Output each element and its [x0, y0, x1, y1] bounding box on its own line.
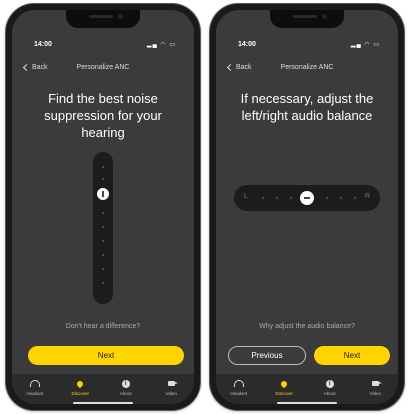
- discover-icon: [76, 379, 85, 388]
- status-time: 14:00: [238, 41, 256, 48]
- slider-tick: [290, 197, 292, 199]
- info-icon: i: [121, 379, 130, 388]
- notch: [270, 10, 344, 28]
- audio-balance-slider[interactable]: L R: [234, 185, 380, 211]
- slider-tick: [102, 240, 104, 242]
- phone-frame-left: 14:00 ▂▄ ◠ ▭ Back Personalize ANC Find t…: [6, 4, 200, 410]
- video-icon: [371, 381, 382, 386]
- tab-discover[interactable]: Discover: [264, 378, 304, 396]
- tab-label: Video: [369, 391, 381, 396]
- phone-frame-right: 14:00 ▂▄ ◠ ▭ Back Personalize ANC If nec…: [210, 4, 404, 410]
- tab-label: Video: [165, 391, 177, 396]
- tab-headset[interactable]: Headset: [15, 378, 55, 396]
- hint-link[interactable]: Don't hear a difference?: [12, 323, 194, 330]
- tab-about[interactable]: i About: [106, 378, 146, 396]
- tab-headset[interactable]: Headset: [219, 378, 259, 396]
- slider-tick: [102, 282, 104, 284]
- page-title: If necessary, adjust the left/right audi…: [240, 91, 374, 123]
- page-title: Find the best noise suppression for your…: [44, 91, 162, 140]
- hint-link[interactable]: Why adjust the audio balance?: [216, 323, 398, 330]
- tab-label: Headset: [26, 391, 44, 396]
- home-indicator: [277, 402, 337, 404]
- next-button[interactable]: Next: [314, 346, 390, 365]
- screen-audio-balance: 14:00 ▂▄ ◠ ▭ Back Personalize ANC If nec…: [216, 10, 398, 404]
- slider-tick: [102, 166, 104, 168]
- info-icon: i: [325, 379, 334, 388]
- slider-tick: [276, 197, 278, 199]
- next-button[interactable]: Next: [28, 346, 184, 365]
- slider-thumb[interactable]: [97, 188, 109, 200]
- tab-bar: Headset Discover i About Video: [216, 374, 398, 404]
- discover-icon: [280, 379, 289, 388]
- nav-title: Personalize ANC: [76, 64, 130, 71]
- tab-bar: Headset Discover i About Video: [12, 374, 194, 404]
- headset-icon: [29, 380, 40, 387]
- slider-thumb[interactable]: [300, 191, 314, 205]
- nav-title: Personalize ANC: [280, 64, 334, 71]
- slider-tick: [102, 212, 104, 214]
- tab-video[interactable]: Video: [151, 378, 191, 396]
- slider-tick: [102, 268, 104, 270]
- tab-label: About: [119, 391, 132, 396]
- noise-suppression-slider[interactable]: [93, 152, 113, 304]
- previous-button[interactable]: Previous: [228, 346, 306, 365]
- status-icons: ▂▄ ◠ ▭: [350, 42, 380, 48]
- slider-tick: [354, 197, 356, 199]
- slider-tick: [326, 197, 328, 199]
- status-time: 14:00: [34, 41, 52, 48]
- slider-tick: [340, 197, 342, 199]
- tab-label: Discover: [275, 391, 293, 396]
- notch: [66, 10, 140, 28]
- tab-discover[interactable]: Discover: [60, 378, 100, 396]
- tab-video[interactable]: Video: [355, 378, 395, 396]
- status-icons: ▂▄ ◠ ▭: [146, 42, 176, 48]
- tab-label: About: [323, 391, 336, 396]
- balance-left-label: L: [244, 193, 248, 200]
- tab-label: Discover: [71, 391, 89, 396]
- home-indicator: [73, 402, 133, 404]
- tab-label: Headset: [230, 391, 248, 396]
- video-icon: [167, 381, 178, 386]
- headset-icon: [233, 380, 244, 387]
- tab-about[interactable]: i About: [310, 378, 350, 396]
- slider-tick: [102, 178, 104, 180]
- slider-tick: [262, 197, 264, 199]
- screen-noise-suppression: 14:00 ▂▄ ◠ ▭ Back Personalize ANC Find t…: [12, 10, 194, 404]
- slider-tick: [102, 226, 104, 228]
- slider-tick: [102, 254, 104, 256]
- balance-right-label: R: [364, 193, 370, 200]
